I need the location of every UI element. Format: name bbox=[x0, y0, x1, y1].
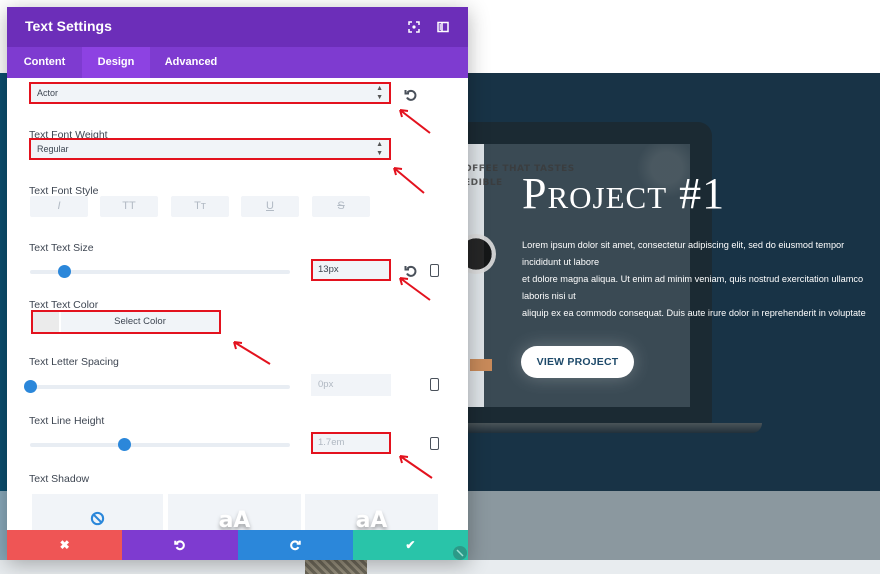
tab-advanced[interactable]: Advanced bbox=[150, 47, 232, 78]
resize-icon bbox=[456, 549, 464, 557]
strikethrough-button[interactable]: S bbox=[312, 196, 370, 217]
letter-spacing-slider[interactable] bbox=[24, 380, 290, 393]
checkmark-icon: ✔ bbox=[405, 538, 416, 552]
no-shadow-icon bbox=[90, 511, 105, 526]
annotation-arrow bbox=[233, 341, 271, 365]
uppercase-button[interactable]: TT bbox=[100, 196, 158, 217]
text-color-picker[interactable]: Select Color bbox=[31, 310, 221, 334]
shadow-preview-text: aA bbox=[218, 508, 251, 530]
view-project-button[interactable]: VIEW PROJECT bbox=[521, 346, 634, 378]
text-shadow-preset-1[interactable]: aA bbox=[168, 494, 301, 530]
line-height-slider-handle[interactable] bbox=[117, 438, 131, 451]
close-icon: ✖ bbox=[59, 538, 70, 552]
text-size-input[interactable]: 13px bbox=[311, 259, 391, 281]
laptop-base bbox=[462, 423, 762, 433]
save-button[interactable]: ✔ bbox=[352, 530, 468, 560]
line-height-slider[interactable] bbox=[30, 438, 290, 451]
laptop-screen-button bbox=[470, 359, 492, 371]
text-shadow-none-option[interactable] bbox=[32, 494, 163, 530]
split-view-icon[interactable] bbox=[436, 20, 450, 34]
page-bottom-area bbox=[0, 560, 880, 574]
letter-spacing-slider-handle[interactable] bbox=[24, 380, 37, 393]
redo-button[interactable] bbox=[237, 530, 353, 560]
resize-handle[interactable] bbox=[453, 546, 467, 560]
text-shadow-preset-2[interactable]: aA bbox=[305, 494, 438, 530]
letter-spacing-label: Text Letter Spacing bbox=[29, 356, 119, 368]
font-weight-select[interactable]: Regular ▲ ▼ bbox=[29, 138, 391, 160]
annotation-arrow bbox=[399, 277, 431, 301]
select-arrows-icon: ▲ ▼ bbox=[376, 85, 383, 101]
annotation-arrow bbox=[399, 109, 431, 134]
cancel-button[interactable]: ✖ bbox=[7, 530, 123, 560]
font-weight-value: Regular bbox=[37, 144, 69, 154]
small-caps-button[interactable]: Tт bbox=[171, 196, 229, 217]
responsive-mobile-icon[interactable] bbox=[430, 378, 439, 391]
color-swatch bbox=[33, 312, 61, 332]
text-size-slider-handle[interactable] bbox=[57, 265, 71, 278]
annotation-arrow-stub bbox=[420, 8, 424, 12]
font-select[interactable]: Actor ▲ ▼ bbox=[29, 82, 391, 104]
modal-header: Text Settings bbox=[7, 7, 468, 47]
annotation-arrow bbox=[393, 167, 425, 194]
screen: OFFEE THAT TASTES EDIBLE Project #1 Lore… bbox=[0, 0, 880, 574]
letter-spacing-input[interactable]: 0px bbox=[311, 374, 391, 396]
text-size-slider[interactable] bbox=[30, 265, 290, 278]
italic-button[interactable]: I bbox=[30, 196, 88, 217]
tab-content[interactable]: Content bbox=[7, 47, 82, 78]
project-description: Lorem ipsum dolor sit amet, consectetur … bbox=[522, 240, 866, 318]
line-height-label: Text Line Height bbox=[29, 415, 105, 427]
undo-button[interactable] bbox=[122, 530, 238, 560]
project-title: Project #1 bbox=[522, 169, 726, 218]
annotation-arrow bbox=[399, 455, 433, 479]
font-select-value: Actor bbox=[37, 88, 59, 98]
select-color-label: Select Color bbox=[114, 316, 166, 327]
modal-title: Text Settings bbox=[25, 18, 112, 34]
shadow-preview-text: aA bbox=[355, 508, 388, 530]
undo-icon bbox=[174, 540, 185, 551]
redo-icon bbox=[290, 540, 301, 551]
line-height-input[interactable]: 1.7em bbox=[311, 432, 391, 454]
expand-icon[interactable] bbox=[407, 20, 421, 34]
text-shadow-label: Text Shadow bbox=[29, 473, 90, 485]
text-size-label: Text Text Size bbox=[29, 242, 94, 254]
underline-button[interactable]: U bbox=[241, 196, 299, 217]
font-style-buttons: I TT Tт U S bbox=[30, 196, 370, 217]
select-arrows-icon: ▲ ▼ bbox=[376, 141, 383, 157]
tab-design[interactable]: Design bbox=[82, 47, 150, 78]
modal-tabs: Content Design Advanced bbox=[7, 47, 468, 78]
modal-footer: ✖ ✔ bbox=[7, 530, 468, 560]
